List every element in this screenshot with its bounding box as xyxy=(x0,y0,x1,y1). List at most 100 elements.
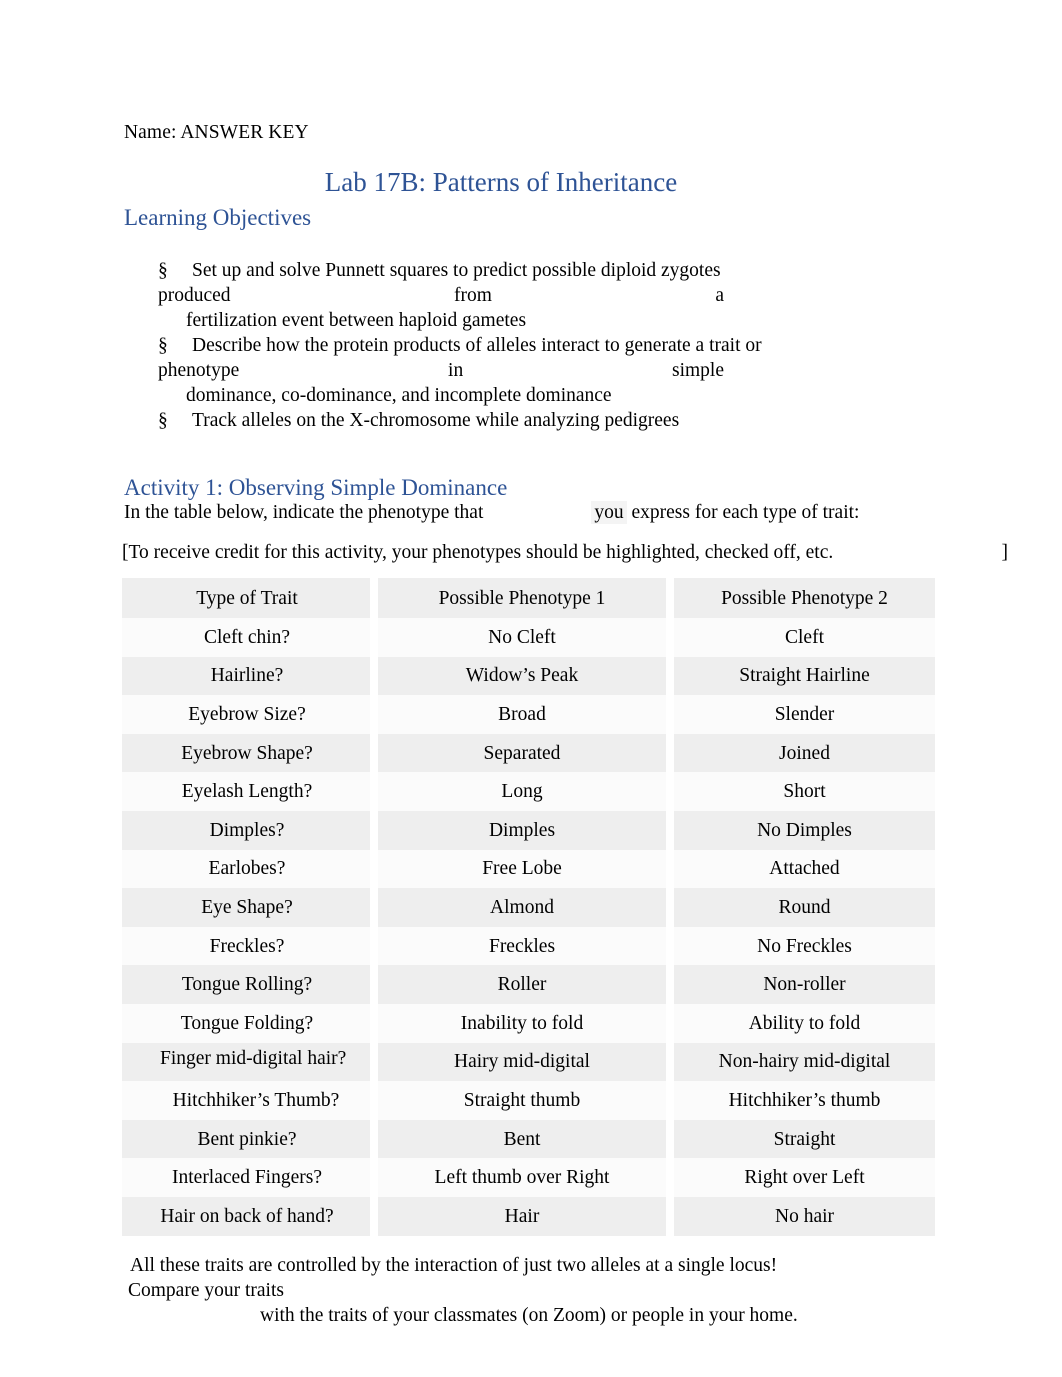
table-row: Cleft chin? No Cleft Cleft xyxy=(122,618,935,657)
phenotype-2[interactable]: Straight Hairline xyxy=(674,656,935,696)
column-header-phenotype-2: Possible Phenotype 2 xyxy=(674,578,935,618)
closing-paragraph: All these traits are controlled by the i… xyxy=(128,1253,798,1328)
objective-wrap-word: from xyxy=(454,285,492,306)
phenotype-1[interactable]: Hair xyxy=(378,1196,674,1236)
phenotype-1[interactable]: Free Lobe xyxy=(378,849,674,889)
phenotype-1[interactable]: Separated xyxy=(378,733,674,773)
table-row: Tongue Folding? Inability to fold Abilit… xyxy=(122,1003,935,1043)
trait-name: Eyelash Length? xyxy=(122,772,378,811)
list-item: § Describe how the protein products of al… xyxy=(124,333,919,408)
phenotype-1[interactable]: Roller xyxy=(378,965,674,1004)
column-header-phenotype-1: Possible Phenotype 1 xyxy=(378,578,674,618)
trait-name-wrapping: Finger mid-digital hair? xyxy=(122,1042,378,1082)
table-row: Eyebrow Size? Broad Slender xyxy=(122,695,935,734)
name-line: Name: ANSWER KEY xyxy=(124,122,309,143)
table-row: Tongue Rolling? Roller Non-roller xyxy=(122,965,935,1004)
trait-name-label: Hitchhiker’s Thumb? xyxy=(172,1089,340,1111)
trait-name: Tongue Folding? xyxy=(122,1003,378,1043)
trait-name: Bent pinkie? xyxy=(122,1119,378,1159)
phenotype-2[interactable]: Round xyxy=(674,888,935,927)
section-bullet-icon: § xyxy=(158,260,168,281)
objective-line: § Describe how the protein products of al… xyxy=(124,333,919,358)
trait-name: Cleft chin? xyxy=(122,618,378,657)
column-header-type-of-trait: Type of Trait xyxy=(122,578,378,618)
instruction-text-before: In the table below, indicate the phenoty… xyxy=(124,502,484,523)
section-heading-activity-1: Activity 1: Observing Simple Dominance xyxy=(124,475,508,500)
table-row: Bent pinkie? Bent Straight xyxy=(122,1119,935,1159)
objective-continuation: fertilization event between haploid game… xyxy=(186,310,527,331)
objective-wrap-word: in xyxy=(448,360,464,381)
phenotype-2[interactable]: Ability to fold xyxy=(674,1003,935,1043)
phenotype-2[interactable]: Short xyxy=(674,772,935,811)
trait-name: Eyebrow Shape? xyxy=(122,733,378,773)
objective-wrap-word: phenotype xyxy=(158,360,240,381)
table-row: Interlaced Fingers? Left thumb over Righ… xyxy=(122,1158,935,1197)
phenotype-2[interactable]: Joined xyxy=(674,733,935,773)
objective-text: Describe how the protein products of all… xyxy=(192,335,762,356)
phenotype-1[interactable]: Bent xyxy=(378,1119,674,1159)
objective-wrap-line: produced from a xyxy=(158,283,724,308)
credit-note-text: [To receive credit for this activity, yo… xyxy=(122,542,834,563)
phenotype-2[interactable]: Cleft xyxy=(674,618,935,657)
trait-name: Dimples? xyxy=(122,810,378,850)
objective-continuation: dominance, co-dominance, and incomplete … xyxy=(186,385,612,406)
phenotype-2[interactable]: No Dimples xyxy=(674,810,935,850)
closing-line-1: All these traits are controlled by the i… xyxy=(130,1255,778,1276)
table-row: Dimples? Dimples No Dimples xyxy=(122,810,935,850)
credit-note-close-bracket: ] xyxy=(1001,542,1009,563)
table-row: Hair on back of hand? Hair No hair xyxy=(122,1196,935,1236)
table-row: Freckles? Freckles No Freckles xyxy=(122,926,935,966)
instruction-text-after: express for each type of trait: xyxy=(631,502,860,523)
phenotype-2[interactable]: Right over Left xyxy=(674,1158,935,1197)
table-row: Earlobes? Free Lobe Attached xyxy=(122,849,935,889)
objective-wrap-word: simple xyxy=(672,360,724,381)
phenotype-1[interactable]: Dimples xyxy=(378,810,674,850)
phenotype-1[interactable]: Freckles xyxy=(378,926,674,966)
trait-name: Interlaced Fingers? xyxy=(122,1158,378,1197)
phenotype-1[interactable]: Almond xyxy=(378,888,674,927)
objective-wrap-line: phenotype in simple xyxy=(158,358,724,383)
phenotype-1[interactable]: Left thumb over Right xyxy=(378,1158,674,1197)
phenotype-2[interactable]: Straight xyxy=(674,1119,935,1159)
objective-wrap-word: produced xyxy=(158,285,231,306)
table-row: Eye Shape? Almond Round xyxy=(122,888,935,927)
trait-name: Eye Shape? xyxy=(122,888,378,927)
instruction-highlight: you xyxy=(591,501,627,524)
phenotype-1[interactable]: Hairy mid-digital xyxy=(378,1042,674,1082)
closing-line-3: with the traits of your classmates (on Z… xyxy=(260,1305,798,1326)
section-bullet-icon: § xyxy=(158,335,168,356)
phenotype-2[interactable]: Hitchhiker’s thumb xyxy=(674,1081,935,1120)
trait-name: Earlobes? xyxy=(122,849,378,889)
section-bullet-icon: § xyxy=(158,410,168,431)
section-heading-learning-objectives: Learning Objectives xyxy=(124,205,312,230)
activity-1-credit-note: [To receive credit for this activity, yo… xyxy=(122,540,1008,565)
trait-name: Tongue Rolling? xyxy=(122,965,378,1004)
trait-table: Type of Trait Possible Phenotype 1 Possi… xyxy=(122,578,935,1236)
page-title: Lab 17B: Patterns of Inheritance xyxy=(324,167,678,197)
table-row: Eyelash Length? Long Short xyxy=(122,772,935,811)
table-row: Eyebrow Shape? Separated Joined xyxy=(122,733,935,773)
phenotype-1[interactable]: Inability to fold xyxy=(378,1003,674,1043)
phenotype-2[interactable]: Non-hairy mid-digital xyxy=(674,1042,935,1082)
objective-wrap-word: a xyxy=(715,285,724,306)
phenotype-2[interactable]: Slender xyxy=(674,695,935,734)
trait-name: Finger mid-digital hair? xyxy=(160,1047,347,1069)
table-header-row: Type of Trait Possible Phenotype 1 Possi… xyxy=(122,578,935,618)
phenotype-1[interactable]: Long xyxy=(378,772,674,811)
phenotype-2[interactable]: Attached xyxy=(674,849,935,889)
table-row: Hairline? Widow’s Peak Straight Hairline xyxy=(122,656,935,696)
activity-1-instruction: In the table below, indicate the phenoty… xyxy=(124,500,859,525)
phenotype-2[interactable]: No Freckles xyxy=(674,926,935,966)
list-item: § Track alleles on the X-chromosome while… xyxy=(124,408,919,433)
phenotype-1[interactable]: Straight thumb xyxy=(378,1081,674,1120)
learning-objectives-list: § Set up and solve Punnett squares to pre… xyxy=(124,258,919,433)
table-row: Hitchhiker’s Thumb? Straight thumb Hitch… xyxy=(122,1081,935,1120)
phenotype-2[interactable]: No hair xyxy=(674,1196,935,1236)
trait-table-body: Type of Trait Possible Phenotype 1 Possi… xyxy=(122,578,935,1236)
phenotype-2[interactable]: Non-roller xyxy=(674,965,935,1004)
closing-line-2: Compare your traits xyxy=(128,1280,284,1301)
trait-name: Hairline? xyxy=(122,656,378,696)
phenotype-1[interactable]: No Cleft xyxy=(378,618,674,657)
phenotype-1[interactable]: Broad xyxy=(378,695,674,734)
phenotype-1[interactable]: Widow’s Peak xyxy=(378,656,674,696)
